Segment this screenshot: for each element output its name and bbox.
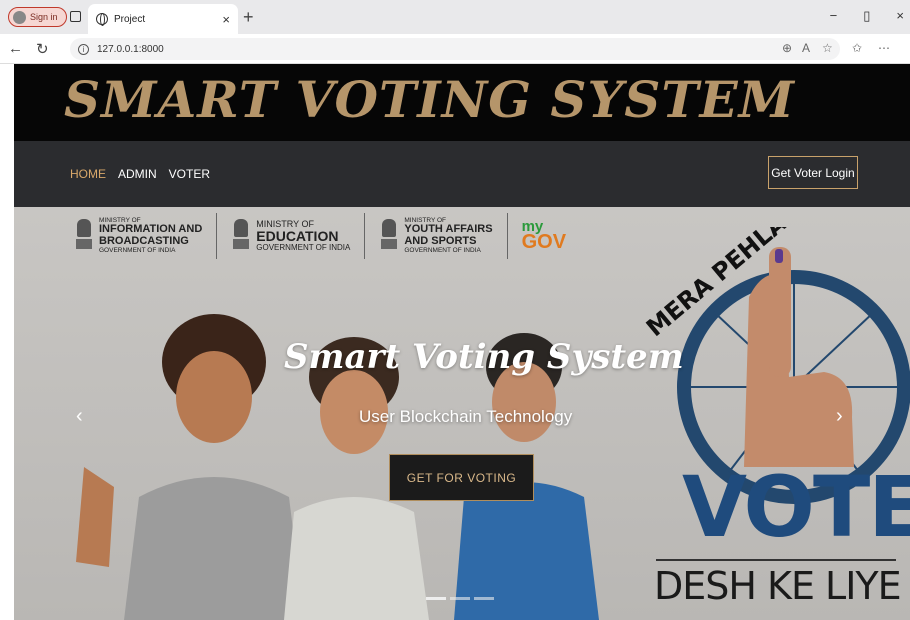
carousel-indicator[interactable] xyxy=(426,597,446,600)
site-title: SMART VOTING SYSTEM xyxy=(64,70,795,129)
logo-divider xyxy=(364,213,366,259)
carousel-indicator[interactable] xyxy=(450,597,470,600)
info-icon[interactable]: i xyxy=(78,43,89,55)
back-icon[interactable]: ← xyxy=(8,40,23,57)
tab-title: Project xyxy=(114,13,146,25)
nav-home-link[interactable]: HOME xyxy=(70,167,106,181)
ministry-logos: MINISTRY OF INFORMATION AND BROADCASTING… xyxy=(74,213,566,259)
ministry-logo-youth: MINISTRY OF YOUTH AFFAIRS AND SPORTS GOV… xyxy=(379,217,493,255)
sign-in-button[interactable]: Sign in xyxy=(8,7,67,27)
favorite-icon[interactable]: ☆ xyxy=(822,41,833,55)
nav-voter-link[interactable]: VOTER xyxy=(169,167,210,181)
ministry-logo-information: MINISTRY OF INFORMATION AND BROADCASTING… xyxy=(74,217,202,255)
get-voter-login-button[interactable]: Get Voter Login xyxy=(768,156,858,189)
desh-ke-liye-text: DESH KE LIYE xyxy=(654,564,902,608)
sign-in-label: Sign in xyxy=(30,12,58,22)
carousel-indicator[interactable] xyxy=(474,597,494,600)
url-field[interactable]: i 127.0.0.1:8000 xyxy=(70,38,840,60)
logo-divider xyxy=(506,213,508,259)
address-bar-row: ← ↻ i 127.0.0.1:8000 ⊕ A ☆ ✩ ⋯ xyxy=(0,34,910,64)
close-window-icon[interactable]: × xyxy=(896,8,904,24)
logo-big-text: BROADCASTING xyxy=(99,235,189,247)
carousel-prev-icon[interactable]: ‹ xyxy=(76,405,83,428)
divider-line xyxy=(656,559,896,561)
mygov-gov-text: GOV xyxy=(521,230,567,253)
carousel-indicators xyxy=(426,597,494,600)
globe-icon xyxy=(96,13,108,26)
face-shape xyxy=(176,351,252,443)
hero-subtitle: User Blockchain Technology xyxy=(359,407,573,426)
favorites-bar-icon[interactable]: ✩ xyxy=(852,41,862,55)
browser-tab[interactable]: Project × xyxy=(88,4,238,34)
mygov-logo: my GOV xyxy=(521,219,567,253)
logo-foot-text: GOVERNMENT OF INDIA xyxy=(404,246,481,254)
window-controls: − ▯ × xyxy=(830,8,904,24)
close-tab-icon[interactable]: × xyxy=(222,12,230,27)
logo-big-text: AND SPORTS xyxy=(404,235,477,247)
logo-divider xyxy=(216,213,218,259)
vote-word: VOTE xyxy=(682,458,910,556)
get-for-voting-button[interactable]: GET FOR VOTING xyxy=(389,454,534,501)
voting-finger-hand xyxy=(744,274,854,467)
hero-carousel: MINISTRY OF INFORMATION AND BROADCASTING… xyxy=(14,207,910,620)
hero-title: Smart Voting System xyxy=(284,337,684,377)
zoom-icon[interactable]: ⊕ xyxy=(782,41,792,55)
url-text: 127.0.0.1:8000 xyxy=(97,43,164,55)
reload-icon[interactable]: ↻ xyxy=(36,40,49,58)
minimize-icon[interactable]: − xyxy=(830,8,838,24)
site-header: SMART VOTING SYSTEM xyxy=(14,64,910,141)
site-navbar: HOME ADMIN VOTER Get Voter Login xyxy=(14,141,910,207)
national-emblem-icon xyxy=(379,217,399,255)
read-aloud-icon[interactable]: A xyxy=(802,41,810,55)
carousel-next-icon[interactable]: › xyxy=(836,405,843,428)
national-emblem-icon xyxy=(231,217,251,255)
logo-foot-text: GOVERNMENT OF INDIA xyxy=(99,246,176,254)
more-icon[interactable]: ⋯ xyxy=(878,41,890,55)
nav-admin-link[interactable]: ADMIN xyxy=(118,167,157,181)
national-emblem-icon xyxy=(74,217,94,255)
index-finger-shape xyxy=(769,247,791,377)
ministry-logo-education: MINISTRY OF EDUCATION GOVERNMENT OF INDI… xyxy=(231,217,350,255)
shirt-shape xyxy=(124,477,304,620)
browser-tab-bar: Sign in Project × + − ▯ × xyxy=(0,0,910,34)
nav-links: HOME ADMIN VOTER xyxy=(70,167,210,181)
web-page: SMART VOTING SYSTEM HOME ADMIN VOTER Get… xyxy=(14,64,910,620)
logo-foot-text: GOVERNMENT OF INDIA xyxy=(256,242,351,252)
maximize-icon[interactable]: ▯ xyxy=(863,8,870,24)
shirt-shape xyxy=(284,497,429,620)
avatar-icon xyxy=(13,10,26,24)
logo-big-text: EDUCATION xyxy=(256,228,339,245)
tab-actions-icon[interactable] xyxy=(70,11,81,22)
new-tab-button[interactable]: + xyxy=(243,7,254,28)
ink-mark-shape xyxy=(775,249,783,263)
hand-shape xyxy=(76,467,114,567)
